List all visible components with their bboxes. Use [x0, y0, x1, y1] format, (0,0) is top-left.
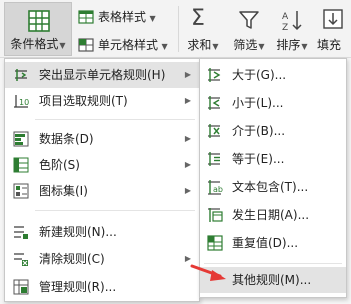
submenu-item-label: 文本包含(T)... [232, 180, 309, 194]
sum-button[interactable]: Σ 求和▼ [182, 2, 224, 56]
greater-than-icon [208, 68, 221, 82]
filter-button[interactable]: 筛选▼ [228, 2, 270, 56]
submenu-item-duplicate-values[interactable]: 重复值(D)... [200, 230, 346, 256]
highlight-rules-icon [15, 69, 27, 81]
top-bottom-rules-icon: 10 [14, 95, 29, 108]
table-style-label: 表格样式 [98, 10, 147, 24]
menu-divider [35, 210, 195, 211]
chevron-right-icon: ▶ [184, 134, 191, 143]
sort-icon: A Z [282, 11, 302, 32]
submenu-item-equal-to[interactable]: 等于(E)... [200, 146, 346, 172]
submenu-item-between[interactable]: 介于(B)... [200, 118, 346, 144]
menu-item-label: 新建规则(N)... [39, 225, 117, 239]
text-contains-icon: ab [208, 180, 223, 195]
menu-item-data-bars[interactable]: 数据条(D) ▶ [5, 126, 199, 152]
menu-divider [35, 119, 195, 120]
filter-icon [239, 11, 259, 29]
chevron-right-icon: ▶ [184, 96, 191, 105]
menu-item-manage-rules[interactable]: 管理规则(R)... [5, 274, 199, 300]
svg-text:A: A [282, 12, 289, 22]
menu-item-clear-rules[interactable]: 清除规则(C) ▶ [5, 246, 199, 272]
submenu-item-label: 发生日期(A)... [232, 208, 310, 222]
submenu-item-label: 介于(B)... [232, 124, 286, 138]
less-than-icon [208, 96, 220, 110]
menu-item-label: 项目选取规则(T) [39, 94, 128, 108]
between-icon [208, 124, 220, 138]
submenu-item-label: 其他规则(M)... [232, 273, 312, 287]
fill-label: 填充 [317, 38, 342, 52]
menu-item-label: 突出显示单元格规则(H) [39, 68, 166, 82]
conditional-format-menu: 突出显示单元格规则(H) ▶ 10 项目选取规则(T) ▶ 数据条(D) ▶ 色… [4, 58, 200, 302]
ribbon-divider [178, 6, 179, 52]
cell-style-icon [78, 38, 94, 52]
chevron-right-icon: ▶ [184, 70, 191, 79]
submenu-item-text-contains[interactable]: ab 文本包含(T)... [200, 174, 346, 200]
menu-item-new-rule[interactable]: 新建规则(N)... [5, 219, 199, 245]
clear-rules-icon [14, 253, 28, 266]
table-style-button[interactable]: 表格样式 ▼ [78, 6, 174, 28]
svg-text:10: 10 [19, 98, 29, 107]
data-bars-icon [13, 131, 29, 147]
chevron-down-icon: ▼ [258, 42, 265, 51]
submenu-item-less-than[interactable]: 小于(L)... [200, 90, 346, 116]
chevron-down-icon: ▼ [212, 42, 219, 51]
svg-text:ab: ab [213, 185, 223, 194]
color-scales-icon [13, 157, 29, 173]
submenu-item-label: 等于(E)... [232, 152, 285, 166]
filter-label: 筛选 [233, 38, 258, 52]
table-style-icon [78, 10, 94, 24]
cell-style-label: 单元格样式 [98, 38, 159, 52]
submenu-item-date-occurring[interactable]: 发生日期(A)... [200, 202, 346, 228]
menu-item-label: 图标集(I) [39, 184, 88, 198]
chevron-down-icon: ▼ [59, 41, 66, 50]
menu-item-icon-sets[interactable]: 图标集(I) ▶ [5, 178, 199, 204]
submenu-item-label: 重复值(D)... [232, 236, 299, 250]
menu-item-label: 色阶(S) [39, 158, 80, 172]
menu-item-highlight-rules[interactable]: 突出显示单元格规则(H) ▶ [5, 62, 199, 88]
menu-item-top-bottom-rules[interactable]: 10 项目选取规则(T) ▶ [5, 88, 199, 114]
manage-rules-icon [13, 279, 29, 295]
menu-item-label: 清除规则(C) [39, 252, 105, 266]
sort-label: 排序 [276, 38, 301, 52]
sigma-icon: Σ [191, 6, 205, 31]
icon-sets-icon [13, 183, 29, 199]
duplicate-values-icon [207, 235, 223, 251]
chevron-down-icon: ▼ [147, 14, 156, 23]
chevron-down-icon: ▼ [159, 42, 168, 51]
conditional-format-icon [28, 10, 50, 32]
fill-button[interactable]: 填充 [314, 2, 351, 56]
chevron-down-icon: ▼ [301, 42, 308, 51]
equal-to-icon [208, 152, 220, 166]
chevron-right-icon: ▶ [184, 160, 191, 169]
submenu-item-label: 大于(G)... [232, 68, 287, 82]
menu-item-label: 管理规则(R)... [39, 280, 117, 294]
sum-label: 求和 [187, 38, 212, 52]
new-rule-icon [14, 226, 28, 239]
svg-text:Z: Z [282, 23, 288, 32]
submenu-item-greater-than[interactable]: 大于(G)... [200, 62, 346, 88]
submenu-item-label: 小于(L)... [232, 96, 284, 110]
sort-button[interactable]: A Z 排序▼ [272, 2, 312, 56]
menu-item-color-scales[interactable]: 色阶(S) ▶ [5, 152, 199, 178]
date-occurring-icon [208, 208, 223, 222]
menu-item-label: 数据条(D) [39, 132, 94, 146]
chevron-right-icon: ▶ [184, 186, 191, 195]
conditional-format-button[interactable]: 条件格式▼ [4, 2, 72, 56]
red-arrow-icon [190, 264, 226, 281]
conditional-format-label: 条件格式 [10, 37, 59, 51]
cell-style-button[interactable]: 单元格样式 ▼ [78, 34, 174, 56]
ribbon-toolbar: 条件格式▼ 表格样式 ▼ 单元格样式 ▼ Σ 求和▼ 筛选▼ A Z 排序▼ 填… [0, 0, 351, 58]
fill-icon [323, 9, 343, 29]
